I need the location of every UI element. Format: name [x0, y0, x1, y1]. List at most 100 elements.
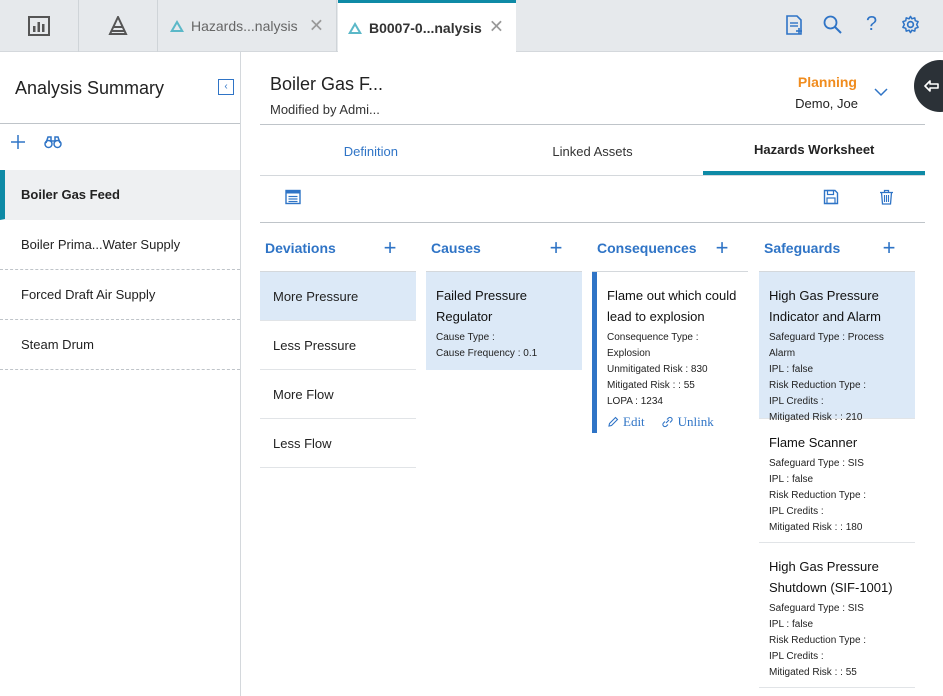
column-header: Consequences + — [592, 224, 748, 272]
dashboard-icon — [28, 16, 50, 36]
card-attribute: Safeguard Type : Process Alarm — [769, 332, 884, 359]
plus-icon[interactable]: + — [879, 236, 899, 259]
left-toolbar — [10, 134, 62, 150]
column-title: Consequences — [597, 239, 697, 256]
safeguard-card[interactable]: High Gas Pressure Shutdown (SIF-1001) Sa… — [759, 542, 915, 688]
card-attribute: Cause Type : — [436, 332, 495, 343]
state-label[interactable]: Planning — [798, 74, 857, 90]
column-title: Safeguards — [764, 239, 841, 256]
hazards-logo-icon — [169, 19, 185, 33]
card-attribute: IPL Credits : — [769, 506, 824, 517]
modified-by: Modified by Admi... — [270, 102, 380, 117]
side-panel-icon — [924, 80, 939, 92]
card-attribute: LOPA : 1234 — [607, 396, 663, 407]
consequence-card[interactable]: Flame out which could lead to explosion … — [592, 272, 748, 433]
edit-link[interactable]: Edit — [607, 414, 645, 430]
card-title: Flame Scanner — [769, 435, 858, 450]
card-attribute: Mitigated Risk : : 180 — [769, 522, 863, 533]
hazards-pyramid-icon — [108, 16, 128, 35]
card-actions: Edit Unlink — [607, 414, 738, 430]
card-attribute: IPL Credits : — [769, 396, 824, 407]
plus-icon[interactable]: + — [712, 236, 732, 259]
card-attribute: Mitigated Risk : : 55 — [769, 667, 857, 678]
list-item[interactable]: More Pressure — [260, 272, 416, 321]
card-attribute: IPL : false — [769, 619, 814, 630]
close-icon[interactable]: ✕ — [489, 17, 504, 38]
divider — [260, 124, 925, 125]
section-tabs: Definition Linked Assets Hazards Workshe… — [260, 128, 926, 176]
binoculars-icon[interactable] — [44, 135, 62, 149]
causes-column: Causes + Failed Pressure Regulator Cause… — [426, 224, 582, 370]
column-header: Causes + — [426, 224, 582, 272]
card-attribute: Consequence Type : Explosion — [607, 332, 699, 359]
search-icon[interactable] — [822, 14, 843, 35]
column-title: Causes — [431, 239, 481, 256]
card-attribute: Safeguard Type : SIS — [769, 458, 864, 469]
column-header: Deviations + — [260, 224, 416, 272]
gear-icon[interactable] — [900, 14, 921, 35]
safeguard-card[interactable]: Flame Scanner Safeguard Type : SIS IPL :… — [759, 418, 915, 542]
list-item[interactable]: Less Pressure — [260, 321, 416, 370]
list-view-icon[interactable] — [285, 189, 301, 205]
tab-definition[interactable]: Definition — [260, 128, 482, 175]
card-title: Flame out which could lead to explosion — [607, 288, 737, 324]
card-attribute: Unmitigated Risk : 830 — [607, 364, 708, 375]
tab-linked-assets[interactable]: Linked Assets — [482, 128, 704, 175]
card-title: High Gas Pressure Shutdown (SIF-1001) — [769, 559, 893, 595]
close-icon[interactable]: ✕ — [309, 16, 324, 37]
card-attribute: Cause Frequency : 0.1 — [436, 348, 538, 359]
chevron-down-icon[interactable] — [874, 84, 888, 102]
list-item[interactable]: Less Flow — [260, 419, 416, 468]
worksheet-toolbar — [260, 177, 925, 223]
card-attribute: Risk Reduction Type : — [769, 380, 867, 391]
state-owner: Demo, Joe — [795, 96, 858, 111]
divider — [0, 123, 240, 124]
card-attribute: Safeguard Type : SIS — [769, 603, 864, 614]
list-item[interactable]: Forced Draft Air Supply — [0, 270, 240, 320]
column-title: Deviations — [265, 239, 336, 256]
top-toolbar: ? — [783, 13, 921, 35]
safeguards-column: Safeguards + High Gas Pressure Indicator… — [759, 224, 915, 688]
unlink-icon — [662, 416, 673, 428]
tab-hazards-worksheet[interactable]: Hazards Worksheet — [703, 128, 926, 175]
list-item[interactable]: More Flow — [260, 370, 416, 419]
safeguard-card[interactable]: High Gas Pressure Indicator and Alarm Sa… — [759, 272, 915, 423]
cause-card[interactable]: Failed Pressure Regulator Cause Type : C… — [426, 272, 582, 370]
list-item[interactable]: Steam Drum — [0, 320, 240, 370]
plus-icon[interactable]: + — [380, 236, 400, 259]
analysis-summary-panel: Analysis Summary ‹ Boiler Gas Feed Boile… — [0, 52, 241, 696]
hazards-logo-icon — [347, 21, 363, 35]
card-title: High Gas Pressure Indicator and Alarm — [769, 288, 882, 324]
card-attribute: Risk Reduction Type : — [769, 490, 867, 501]
consequences-column: Consequences + Flame out which could lea… — [592, 224, 748, 433]
tab-b0007-analysis[interactable]: B0007-0...nalysis ✕ — [338, 0, 516, 53]
panel-title: Analysis Summary — [15, 78, 165, 98]
column-header: Safeguards + — [759, 224, 915, 272]
card-attribute: IPL : false — [769, 364, 814, 375]
tab-hazards-analysis[interactable]: Hazards...nalysis ✕ — [160, 0, 337, 52]
top-tab-bar: Hazards...nalysis ✕ B0007-0...nalysis ✕ … — [0, 0, 943, 53]
node-list: Boiler Gas Feed Boiler Prima...Water Sup… — [0, 170, 240, 370]
plus-icon[interactable] — [10, 134, 26, 150]
save-icon[interactable] — [823, 189, 839, 205]
deviations-column: Deviations + More Pressure Less Pressure… — [260, 224, 416, 468]
trash-icon[interactable] — [879, 189, 894, 205]
card-attribute: Mitigated Risk : : 55 — [607, 380, 695, 391]
unlink-link[interactable]: Unlink — [661, 414, 714, 430]
hazards-home-button[interactable] — [79, 0, 158, 52]
add-document-icon[interactable] — [783, 14, 804, 35]
tab-label: Hazards...nalysis — [191, 18, 298, 34]
card-attribute: IPL Credits : — [769, 651, 824, 662]
collapse-left-icon[interactable]: ‹ — [218, 79, 234, 95]
card-attribute: IPL : false — [769, 474, 814, 485]
side-panel-toggle[interactable] — [914, 60, 943, 112]
page-title: Boiler Gas F... — [270, 74, 384, 94]
dashboard-button[interactable] — [0, 0, 79, 52]
help-icon[interactable]: ? — [861, 13, 882, 35]
list-item[interactable]: Boiler Prima...Water Supply — [0, 220, 240, 270]
plus-icon[interactable]: + — [546, 236, 566, 259]
list-item[interactable]: Boiler Gas Feed — [0, 170, 240, 220]
pencil-icon — [608, 416, 619, 427]
card-attribute: Risk Reduction Type : — [769, 635, 867, 646]
tab-label: B0007-0...nalysis — [369, 20, 482, 36]
